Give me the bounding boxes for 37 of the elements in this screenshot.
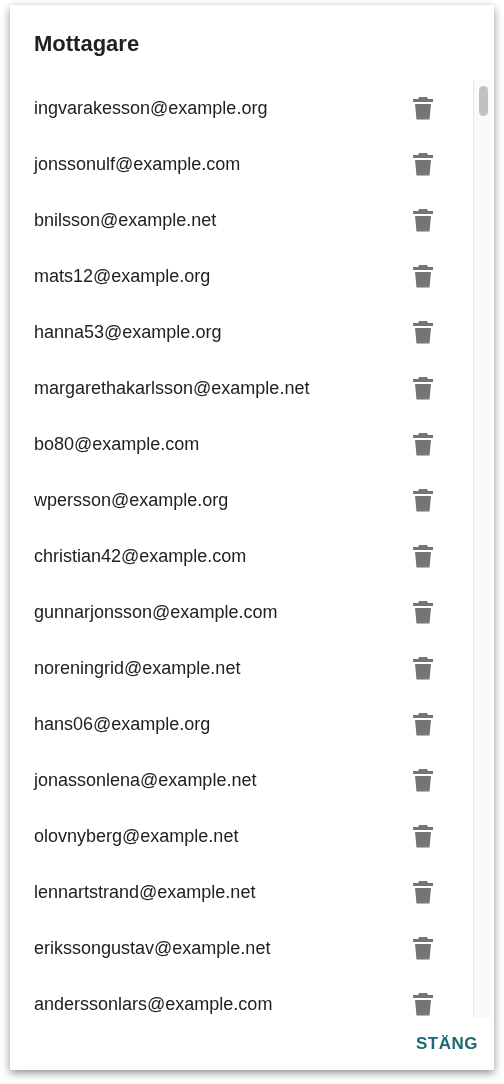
recipient-email: jonssonulf@example.com <box>34 153 242 175</box>
scrollbar[interactable] <box>473 80 490 1018</box>
trash-icon[interactable] <box>413 432 433 456</box>
recipient-email: bo80@example.com <box>34 433 201 455</box>
trash-icon[interactable] <box>413 152 433 176</box>
trash-icon[interactable] <box>413 376 433 400</box>
trash-icon[interactable] <box>413 824 433 848</box>
trash-icon[interactable] <box>413 208 433 232</box>
recipient-email: anderssonlars@example.com <box>34 993 274 1015</box>
trash-icon[interactable] <box>413 880 433 904</box>
recipient-email: margarethakarlsson@example.net <box>34 377 311 399</box>
trash-icon[interactable] <box>413 544 433 568</box>
recipient-email: wpersson@example.org <box>34 489 230 511</box>
recipient-email: ingvarakesson@example.org <box>34 97 269 119</box>
recipient-email: hans06@example.org <box>34 713 212 735</box>
trash-icon[interactable] <box>413 264 433 288</box>
trash-icon[interactable] <box>413 712 433 736</box>
close-button[interactable]: STÄNG <box>412 1028 482 1060</box>
trash-icon[interactable] <box>413 768 433 792</box>
recipient-email: erikssongustav@example.net <box>34 937 272 959</box>
trash-icon[interactable] <box>413 992 433 1016</box>
trash-icon[interactable] <box>413 600 433 624</box>
recipient-email: noreningrid@example.net <box>34 657 242 679</box>
recipient-email: gunnarjonsson@example.com <box>34 601 279 623</box>
trash-icon[interactable] <box>413 96 433 120</box>
recipient-email: hanna53@example.org <box>34 321 223 343</box>
recipient-email: mats12@example.org <box>34 265 212 287</box>
recipient-email: bnilsson@example.net <box>34 209 218 231</box>
recipient-email: christian42@example.com <box>34 545 248 567</box>
trash-icon[interactable] <box>413 488 433 512</box>
trash-icon[interactable] <box>413 656 433 680</box>
recipient-email: olovnyberg@example.net <box>34 825 240 847</box>
recipient-email: lennartstrand@example.net <box>34 881 257 903</box>
trash-icon[interactable] <box>413 936 433 960</box>
trash-icon[interactable] <box>413 320 433 344</box>
dialog-title: Mottagare <box>33 30 141 58</box>
recipient-email: jonassonlena@example.net <box>34 769 258 791</box>
